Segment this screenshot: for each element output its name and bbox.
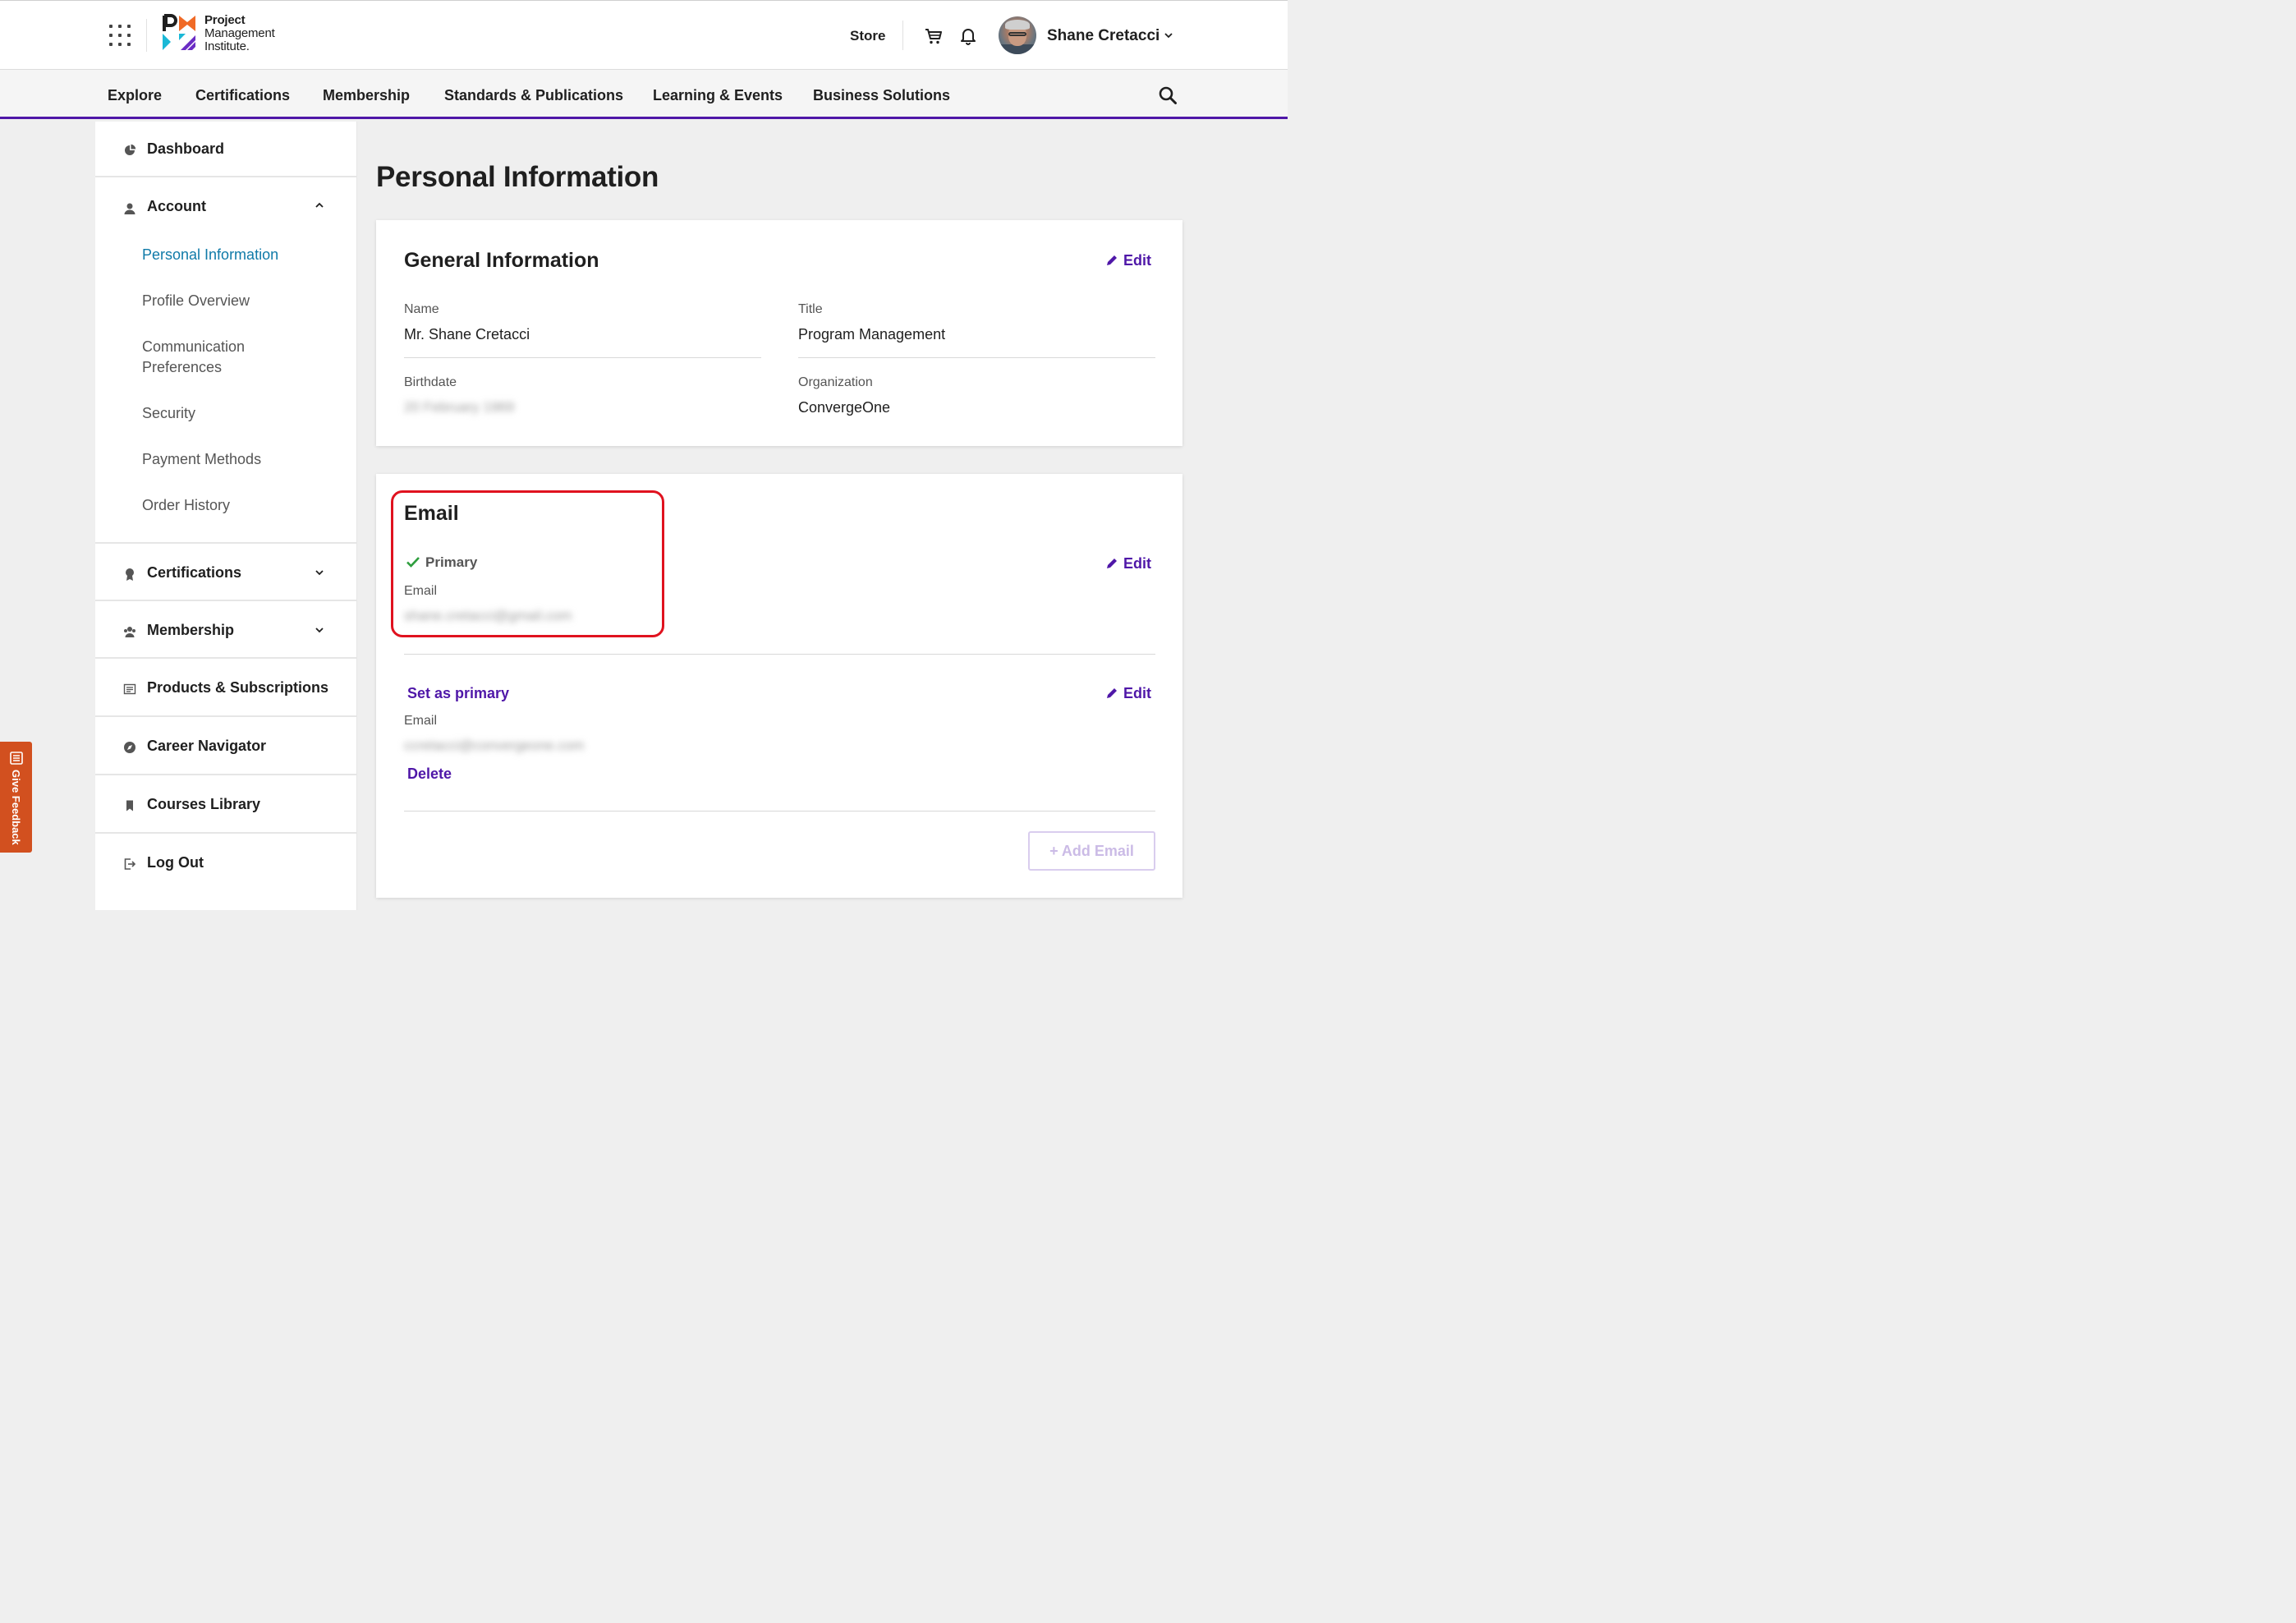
pmi-logo-text: Project Management Institute. — [204, 14, 275, 53]
edit-label: Edit — [1123, 555, 1151, 572]
title-value: Program Management — [798, 326, 946, 343]
sidebar-item-label[interactable]: Account — [147, 198, 206, 215]
sidebar-item-label: Log Out — [147, 854, 204, 871]
primary-label: Primary — [425, 554, 478, 570]
general-information-title: General Information — [404, 249, 599, 272]
chevron-up-icon[interactable] — [314, 200, 325, 211]
email-title: Email — [404, 502, 459, 525]
chevron-down-icon[interactable] — [314, 624, 325, 636]
main-navigation: Explore Certifications Membership Standa… — [0, 70, 1288, 119]
pencil-icon — [1107, 559, 1117, 568]
store-link[interactable]: Store — [850, 28, 885, 44]
general-edit-button[interactable]: Edit — [1105, 252, 1151, 269]
logout-icon — [124, 858, 136, 870]
logo-line-2: Management — [204, 26, 275, 40]
account-sidebar: Dashboard Account Personal Information P… — [95, 122, 357, 910]
sidebar-item-certifications[interactable]: Certifications — [95, 544, 357, 601]
products-list-icon — [123, 683, 136, 695]
name-label: Name — [404, 302, 439, 316]
logo-line-3: Institute. — [204, 39, 250, 53]
sidebar-sub-security[interactable]: Security — [142, 403, 195, 424]
sidebar-item-products-subscriptions[interactable]: Products & Subscriptions — [95, 659, 357, 717]
name-value: Mr. Shane Cretacci — [404, 326, 530, 343]
nav-membership[interactable]: Membership — [323, 87, 410, 104]
edit-label: Edit — [1123, 252, 1151, 269]
compass-icon — [124, 742, 135, 753]
name-divider — [404, 357, 761, 358]
sidebar-sub-profile-overview[interactable]: Profile Overview — [142, 291, 250, 311]
sidebar-item-membership[interactable]: Membership — [95, 601, 357, 659]
nav-business-solutions[interactable]: Business Solutions — [813, 87, 950, 104]
sidebar-item-account: Account Personal Information Profile Ove… — [95, 177, 357, 544]
sidebar-item-log-out[interactable]: Log Out — [95, 834, 357, 899]
sidebar-sub-payment-methods[interactable]: Payment Methods — [142, 449, 261, 470]
page-title: Personal Information — [376, 161, 659, 193]
dashboard-icon — [125, 144, 136, 155]
user-avatar[interactable] — [999, 16, 1036, 54]
sidebar-item-label: Courses Library — [147, 796, 261, 812]
give-feedback-tab[interactable]: Give Feedback — [0, 742, 32, 853]
nav-certifications[interactable]: Certifications — [195, 87, 290, 104]
primary-badge: Primary — [406, 554, 477, 571]
membership-group-icon — [124, 627, 135, 637]
pmi-logo[interactable]: Project Management Institute. — [161, 14, 292, 55]
title-divider — [798, 357, 1155, 358]
chevron-down-icon[interactable] — [1164, 30, 1173, 40]
feedback-form-icon — [10, 752, 23, 765]
cart-icon[interactable] — [924, 26, 944, 46]
user-name-menu[interactable]: Shane Cretacci — [1047, 27, 1159, 45]
pmi-logo-mark-icon — [163, 14, 195, 50]
delete-email-button[interactable]: Delete — [407, 766, 452, 783]
email-divider-2 — [404, 811, 1155, 812]
notifications-bell-icon[interactable] — [958, 25, 978, 45]
sidebar-sub-personal-information[interactable]: Personal Information — [142, 245, 278, 265]
sidebar-item-courses-library[interactable]: Courses Library — [95, 775, 357, 834]
chevron-down-icon[interactable] — [314, 567, 325, 578]
header-divider-2 — [902, 21, 903, 50]
apps-grid-icon[interactable] — [109, 25, 131, 46]
organization-value: ConvergeOne — [798, 399, 891, 416]
email-divider-1 — [404, 654, 1155, 655]
sidebar-item-label: Products & Subscriptions — [147, 679, 329, 696]
pencil-icon — [1107, 688, 1117, 698]
sidebar-item-label: Membership — [147, 622, 235, 638]
organization-label: Organization — [798, 375, 873, 389]
logo-line-1: Project — [204, 13, 246, 27]
title-label: Title — [798, 302, 823, 316]
secondary-email-label: Email — [404, 714, 438, 728]
edit-label: Edit — [1123, 685, 1151, 701]
nav-explore[interactable]: Explore — [108, 87, 162, 104]
header-divider — [146, 19, 147, 52]
nav-learning-events[interactable]: Learning & Events — [653, 87, 783, 104]
set-as-primary-button[interactable]: Set as primary — [407, 685, 509, 702]
birthdate-value-redacted: 20 February 1969 — [404, 399, 515, 415]
top-header: Project Management Institute. Store Shan… — [0, 0, 1288, 70]
sidebar-item-dashboard[interactable]: Dashboard — [95, 122, 357, 177]
general-information-card: General Information Edit Name Mr. Shane … — [376, 220, 1182, 446]
certificate-badge-icon — [126, 568, 134, 581]
primary-email-edit-button[interactable]: Edit — [1105, 555, 1151, 572]
pencil-icon — [1107, 255, 1117, 265]
sidebar-sub-order-history[interactable]: Order History — [142, 495, 230, 516]
sidebar-sub-communication-preferences[interactable]: Communication Preferences — [142, 337, 265, 378]
birthdate-label: Birthdate — [404, 375, 457, 389]
add-email-button[interactable]: + Add Email — [1028, 831, 1155, 871]
secondary-email-edit-button[interactable]: Edit — [1105, 685, 1151, 702]
nav-standards-publications[interactable]: Standards & Publications — [444, 87, 623, 104]
give-feedback-label: Give Feedback — [10, 770, 22, 845]
bookmark-icon — [126, 800, 133, 812]
sidebar-item-label: Dashboard — [147, 140, 225, 157]
user-icon — [124, 203, 135, 214]
primary-email-label: Email — [404, 584, 438, 598]
secondary-email-value-redacted: ccretacci@convergeone.com — [404, 738, 585, 753]
checkmark-icon — [406, 557, 420, 568]
sidebar-item-career-navigator[interactable]: Career Navigator — [95, 717, 357, 775]
primary-email-value-redacted: shane.cretacci@gmail.com — [404, 608, 572, 623]
sidebar-item-label: Certifications — [147, 564, 242, 581]
search-icon[interactable] — [1158, 85, 1178, 105]
sidebar-item-label: Career Navigator — [147, 738, 267, 754]
